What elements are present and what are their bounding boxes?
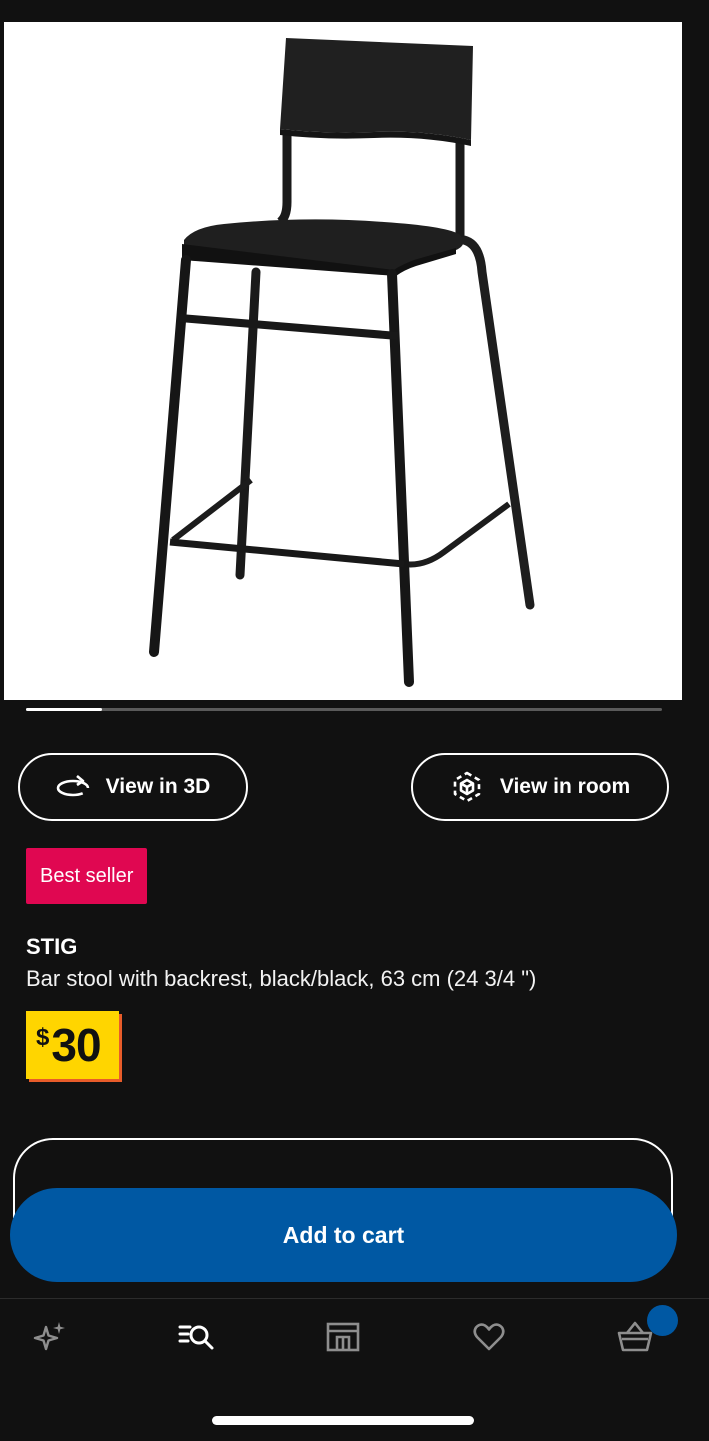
view-in-room-button[interactable]: View in room: [411, 753, 669, 821]
sparkle-icon: [32, 1319, 68, 1360]
price-amount: 30: [51, 1019, 101, 1071]
view-in-3d-button[interactable]: View in 3D: [18, 753, 248, 821]
nav-stores[interactable]: [313, 1319, 373, 1359]
ar-cube-icon: [450, 770, 484, 804]
image-carousel-progress[interactable]: [26, 708, 662, 711]
carousel-progress-thumb: [26, 708, 103, 711]
search-list-icon: [177, 1319, 217, 1360]
cart-notification-dot: [647, 1305, 678, 1336]
nav-inspiration[interactable]: [20, 1319, 80, 1359]
price-tag: $ 30: [26, 1011, 119, 1079]
product-description: Bar stool with backrest, black/black, 63…: [26, 966, 537, 991]
rotate-3d-icon: [56, 774, 90, 800]
heart-icon: [471, 1319, 507, 1360]
nav-favourites[interactable]: [459, 1319, 519, 1359]
view-in-3d-label: View in 3D: [105, 775, 211, 798]
nav-search[interactable]: [167, 1319, 227, 1359]
bar-stool-image: [149, 38, 535, 687]
price-currency: $: [36, 1024, 50, 1051]
home-indicator[interactable]: [212, 1416, 474, 1425]
add-to-cart-button[interactable]: Add to cart: [10, 1188, 677, 1282]
store-icon: [325, 1319, 361, 1360]
best-seller-badge: Best seller: [26, 848, 148, 904]
view-in-room-label: View in room: [499, 775, 631, 798]
product-name: STIG: [26, 934, 78, 959]
product-image[interactable]: [4, 22, 682, 700]
